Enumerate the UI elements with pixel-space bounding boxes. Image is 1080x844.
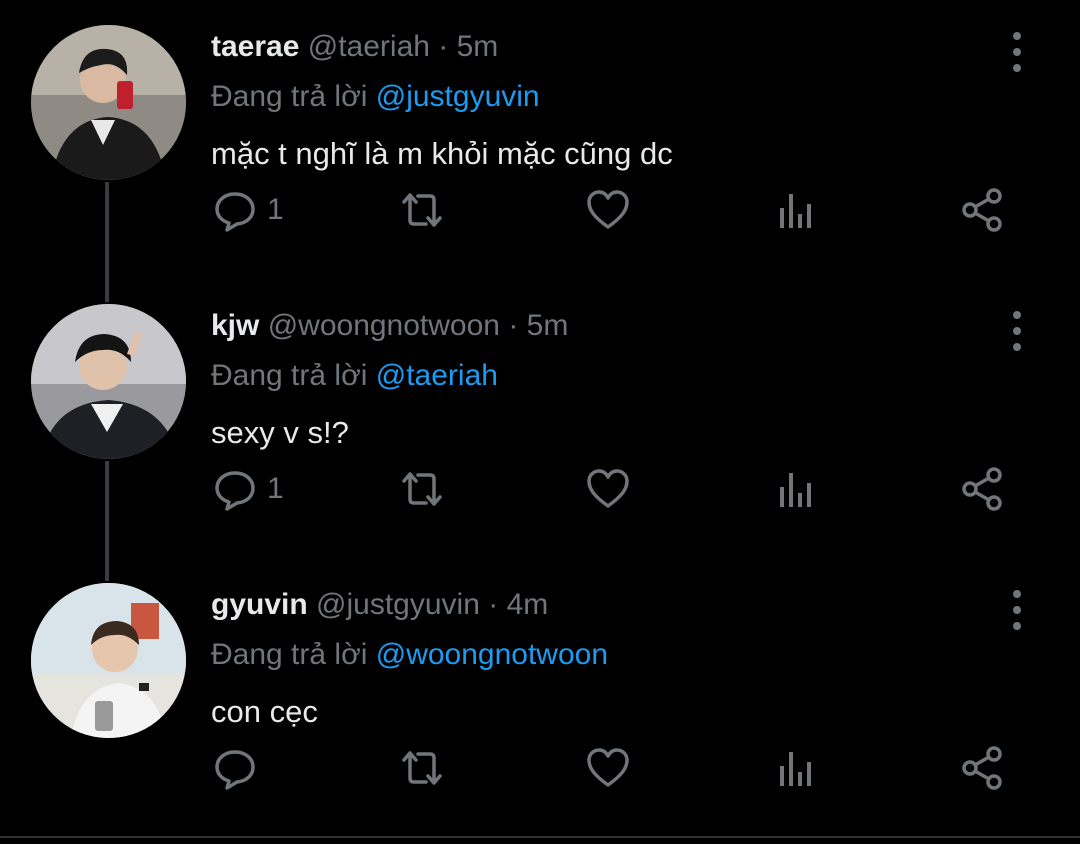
heart-icon (587, 190, 629, 229)
heart-icon (587, 469, 629, 508)
timestamp[interactable]: 5m (457, 30, 499, 63)
tweet-actions (0, 738, 1080, 798)
avatar[interactable] (31, 25, 186, 180)
like-button[interactable] (584, 459, 632, 519)
replying-to-label: Đang trả lời (211, 359, 368, 392)
analytics-icon (780, 752, 811, 786)
more-vertical-icon[interactable] (1000, 311, 1034, 351)
replying-to: Đang trả lời @woongnotwoon (211, 638, 608, 672)
like-button[interactable] (584, 738, 632, 798)
retweet-button[interactable] (398, 738, 446, 798)
avatar-image (31, 25, 186, 180)
user-handle[interactable]: @justgyuvin (316, 588, 480, 621)
like-button[interactable] (584, 180, 632, 240)
tweet-actions: 1 (0, 180, 1080, 240)
reply-count: 1 (267, 193, 284, 226)
tweet[interactable]: taerae @taeriah · 5m Đang trả lời @justg… (0, 0, 1080, 280)
more-vertical-icon[interactable] (1000, 32, 1034, 72)
mention-link[interactable]: @woongnotwoon (376, 638, 608, 671)
share-button[interactable] (958, 738, 1006, 798)
reply-button[interactable] (211, 738, 267, 798)
views-button[interactable] (772, 180, 820, 240)
analytics-icon (780, 194, 811, 228)
tweet-text: con cẹc (211, 694, 318, 729)
share-button[interactable] (958, 180, 1006, 240)
retweet-icon (402, 751, 442, 785)
share-icon (962, 188, 1002, 232)
views-button[interactable] (772, 459, 820, 519)
mention-link[interactable]: @taeriah (376, 359, 498, 392)
tweet[interactable]: kjw @woongnotwoon · 5m Đang trả lời @tae… (0, 279, 1080, 559)
timestamp[interactable]: 5m (527, 309, 569, 342)
tweet-thread: taerae @taeriah · 5m Đang trả lời @justg… (0, 0, 1080, 844)
retweet-button[interactable] (398, 459, 446, 519)
tweet-text: sexy v s!? (211, 415, 349, 450)
mention-link[interactable]: @justgyuvin (376, 80, 540, 113)
display-name[interactable]: taerae (211, 30, 299, 63)
tweet-actions: 1 (0, 459, 1080, 519)
separator-dot: · (508, 309, 519, 342)
user-handle[interactable]: @taeriah (308, 30, 430, 63)
display-name[interactable]: gyuvin (211, 588, 308, 621)
user-handle[interactable]: @woongnotwoon (268, 309, 500, 342)
avatar-image (31, 583, 186, 738)
comment-icon (215, 750, 255, 790)
tweet-header: gyuvin @justgyuvin · 4m (211, 588, 548, 622)
avatar[interactable] (31, 304, 186, 459)
avatar[interactable] (31, 583, 186, 738)
separator-dot: · (488, 588, 499, 621)
heart-icon (587, 748, 629, 787)
avatar-image (31, 304, 186, 459)
display-name[interactable]: kjw (211, 309, 259, 342)
replying-to: Đang trả lời @justgyuvin (211, 80, 540, 114)
tweet-header: taerae @taeriah · 5m (211, 30, 498, 64)
separator-dot: · (438, 30, 449, 63)
reply-button[interactable]: 1 (211, 180, 284, 240)
analytics-icon (780, 473, 811, 507)
timestamp[interactable]: 4m (507, 588, 549, 621)
more-vertical-icon[interactable] (1000, 590, 1034, 630)
replying-to-label: Đang trả lời (211, 80, 368, 113)
comment-icon (215, 192, 255, 232)
share-icon (962, 467, 1002, 511)
retweet-icon (402, 193, 442, 227)
reply-button[interactable]: 1 (211, 459, 284, 519)
reply-count: 1 (267, 472, 284, 505)
replying-to: Đang trả lời @taeriah (211, 359, 498, 393)
replying-to-label: Đang trả lời (211, 638, 368, 671)
comment-icon (215, 471, 255, 511)
retweet-button[interactable] (398, 180, 446, 240)
share-button[interactable] (958, 459, 1006, 519)
views-button[interactable] (772, 738, 820, 798)
retweet-icon (402, 472, 442, 506)
tweet-header: kjw @woongnotwoon · 5m (211, 309, 568, 343)
divider (0, 836, 1080, 838)
tweet-text: mặc t nghĩ là m khỏi mặc cũng dc (211, 136, 673, 171)
tweet[interactable]: gyuvin @justgyuvin · 4m Đang trả lời @wo… (0, 558, 1080, 838)
share-icon (962, 746, 1002, 790)
